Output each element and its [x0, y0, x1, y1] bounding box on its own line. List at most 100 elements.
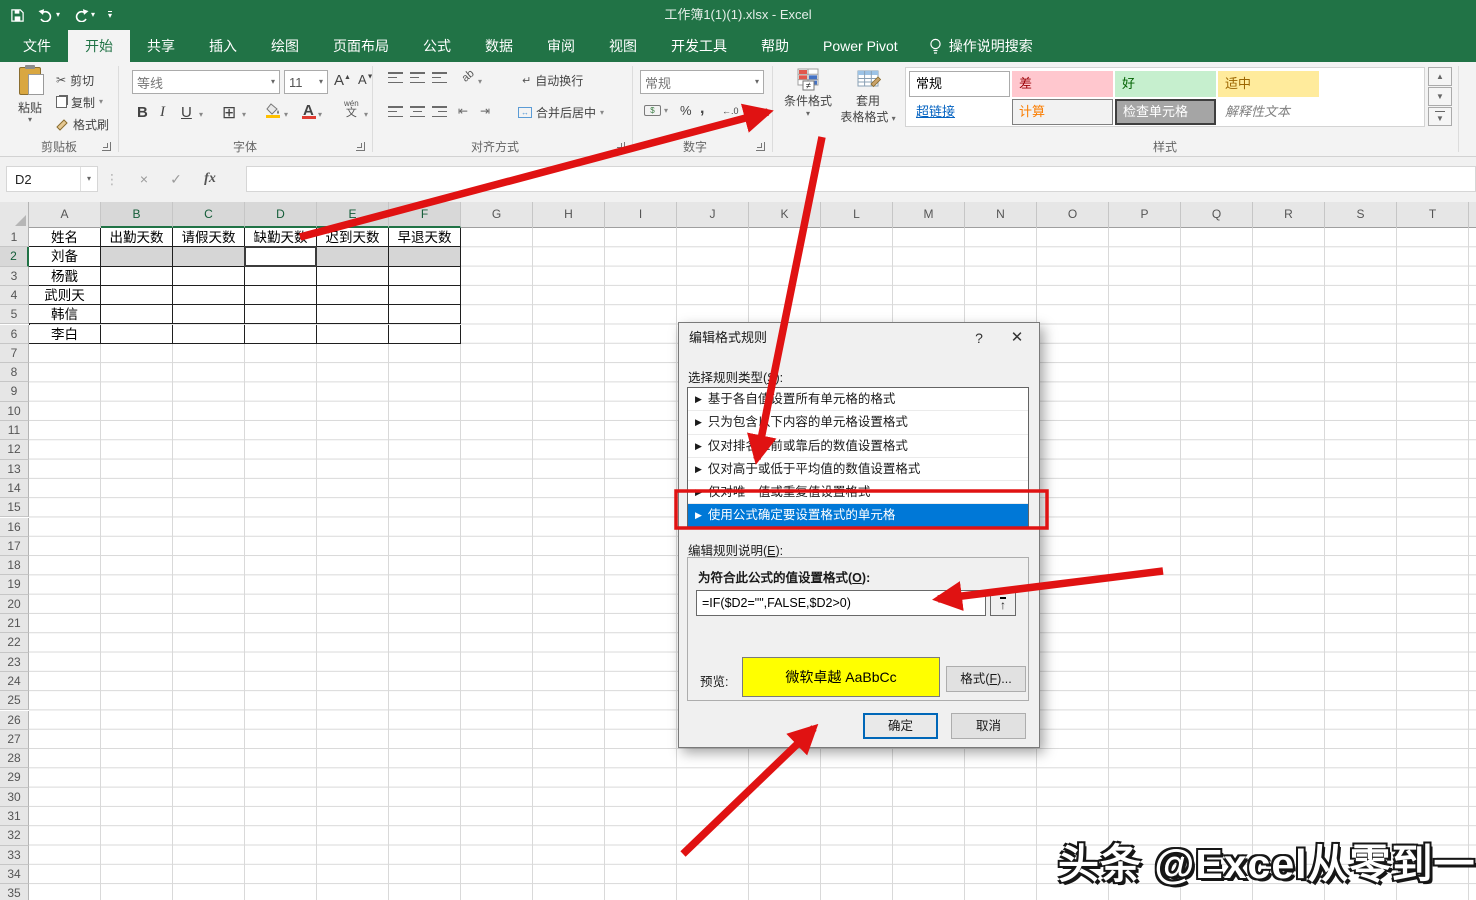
row-header-31[interactable]: 31 — [0, 807, 29, 826]
cell-F2[interactable] — [389, 247, 461, 266]
row-header-18[interactable]: 18 — [0, 556, 29, 575]
row-header-17[interactable]: 17 — [0, 537, 29, 556]
increase-indent-button[interactable]: ⇥ — [480, 104, 490, 118]
orientation-button[interactable]: ab — [460, 67, 477, 84]
align-right-icon[interactable] — [432, 106, 447, 117]
select-all-corner[interactable] — [0, 202, 29, 228]
column-header-H[interactable]: H — [533, 202, 605, 228]
cell-C3[interactable] — [173, 267, 245, 286]
gallery-more-button[interactable]: ▼ — [1428, 107, 1452, 126]
cell-F6[interactable] — [389, 325, 461, 344]
cell-E3[interactable] — [317, 267, 389, 286]
tab-Power Pivot[interactable]: Power Pivot — [806, 30, 915, 62]
row-header-15[interactable]: 15 — [0, 498, 29, 517]
cell-A6[interactable]: 李白 — [29, 325, 101, 344]
comma-style-button[interactable]: , — [700, 100, 704, 118]
row-header-23[interactable]: 23 — [0, 653, 29, 672]
row-header-4[interactable]: 4 — [0, 286, 29, 305]
rule-type-item-1[interactable]: ▶基于各自值设置所有单元格的格式 — [688, 388, 1028, 411]
cell-F5[interactable] — [389, 305, 461, 324]
column-header-B[interactable]: B — [101, 202, 173, 228]
cell-E1[interactable]: 迟到天数 — [317, 228, 389, 247]
cell-B5[interactable] — [101, 305, 173, 324]
column-header-R[interactable]: R — [1253, 202, 1325, 228]
phonetic-dropdown[interactable]: ▾ — [364, 111, 368, 119]
row-header-11[interactable]: 11 — [0, 421, 29, 440]
cell-A4[interactable]: 武则天 — [29, 286, 101, 305]
row-header-8[interactable]: 8 — [0, 363, 29, 382]
dialog-title-bar[interactable]: 编辑格式规则 ? ✕ — [679, 323, 1039, 353]
decrease-decimal-button[interactable]: .00 — [744, 106, 757, 116]
cell-B2[interactable] — [101, 247, 173, 266]
cancel-entry-button[interactable]: × — [130, 166, 158, 192]
align-top-icon[interactable] — [388, 72, 403, 83]
cell-C2[interactable] — [173, 247, 245, 266]
cell-C5[interactable] — [173, 305, 245, 324]
tab-开发工具[interactable]: 开发工具 — [654, 30, 744, 62]
row-header-25[interactable]: 25 — [0, 691, 29, 710]
column-header-O[interactable]: O — [1037, 202, 1109, 228]
row-header-14[interactable]: 14 — [0, 479, 29, 498]
paste-button[interactable]: 粘贴 ▾ — [8, 67, 52, 137]
format-as-table-button[interactable]: 套用 表格格式 ▾ — [840, 66, 896, 138]
align-center-icon[interactable] — [410, 106, 425, 117]
percent-style-button[interactable]: % — [680, 103, 692, 118]
column-header-J[interactable]: J — [677, 202, 749, 228]
cell-D1[interactable]: 缺勤天数 — [245, 228, 317, 247]
row-header-13[interactable]: 13 — [0, 460, 29, 479]
tab-视图[interactable]: 视图 — [592, 30, 654, 62]
cell-style-good[interactable]: 好 — [1115, 71, 1216, 97]
row-header-32[interactable]: 32 — [0, 826, 29, 845]
borders-dropdown[interactable]: ▾ — [242, 111, 246, 119]
tab-绘图[interactable]: 绘图 — [254, 30, 316, 62]
cell-style-explain[interactable]: 解释性文本 — [1218, 99, 1319, 125]
cell-D5[interactable] — [245, 305, 317, 324]
active-cell-D2[interactable] — [244, 246, 317, 266]
tab-开始[interactable]: 开始 — [68, 30, 130, 62]
cell-C6[interactable] — [173, 325, 245, 344]
cell-style-bad[interactable]: 差 — [1012, 71, 1113, 97]
phonetic-guide-button[interactable]: wén 文 — [344, 100, 359, 117]
tab-公式[interactable]: 公式 — [406, 30, 468, 62]
tab-审阅[interactable]: 审阅 — [530, 30, 592, 62]
cell-A2[interactable]: 刘备 — [29, 247, 101, 266]
column-header-F[interactable]: F — [389, 202, 461, 228]
merge-center-button[interactable]: ↔ 合并后居中 ▾ — [518, 104, 604, 121]
column-header-G[interactable]: G — [461, 202, 533, 228]
column-header-L[interactable]: L — [821, 202, 893, 228]
row-header-22[interactable]: 22 — [0, 633, 29, 652]
column-header-S[interactable]: S — [1325, 202, 1397, 228]
insert-function-button[interactable]: fx — [196, 166, 224, 192]
number-format-combo[interactable]: 常规▾ — [640, 70, 764, 94]
row-header-21[interactable]: 21 — [0, 614, 29, 633]
number-dialog-launcher[interactable] — [756, 142, 765, 151]
column-header-K[interactable]: K — [749, 202, 821, 228]
row-header-16[interactable]: 16 — [0, 518, 29, 537]
row-header-7[interactable]: 7 — [0, 344, 29, 363]
tab-数据[interactable]: 数据 — [468, 30, 530, 62]
increase-decimal-button[interactable]: ←.0 — [722, 106, 739, 116]
tab-共享[interactable]: 共享 — [130, 30, 192, 62]
cell-B1[interactable]: 出勤天数 — [101, 228, 173, 247]
cell-F4[interactable] — [389, 286, 461, 305]
rule-formula-input[interactable]: =IF($D2="",FALSE,$D2>0) — [696, 590, 986, 616]
cell-style-normal[interactable]: 常规 — [909, 71, 1010, 97]
tab-文件[interactable]: 文件 — [6, 30, 68, 62]
cell-B4[interactable] — [101, 286, 173, 305]
name-box[interactable]: D2 ▾ — [6, 166, 98, 192]
enter-entry-button[interactable]: ✓ — [162, 166, 190, 192]
column-header-N[interactable]: N — [965, 202, 1037, 228]
column-header-T[interactable]: T — [1397, 202, 1469, 228]
increase-font-size-button[interactable]: A▲ — [334, 72, 351, 89]
tell-me-search[interactable]: 操作说明搜索 — [929, 30, 1033, 62]
column-header-E[interactable]: E — [317, 202, 389, 228]
column-header-M[interactable]: M — [893, 202, 965, 228]
column-header-I[interactable]: I — [605, 202, 677, 228]
rule-type-item-3[interactable]: ▶仅对排名靠前或靠后的数值设置格式 — [688, 435, 1028, 458]
cell-E6[interactable] — [317, 325, 389, 344]
rule-type-item-4[interactable]: ▶仅对高于或低于平均值的数值设置格式 — [688, 458, 1028, 481]
collapse-dialog-button[interactable]: ↑ — [990, 590, 1016, 616]
cell-F3[interactable] — [389, 267, 461, 286]
row-header-2[interactable]: 2 — [0, 247, 29, 266]
close-icon[interactable]: ✕ — [1001, 323, 1033, 353]
